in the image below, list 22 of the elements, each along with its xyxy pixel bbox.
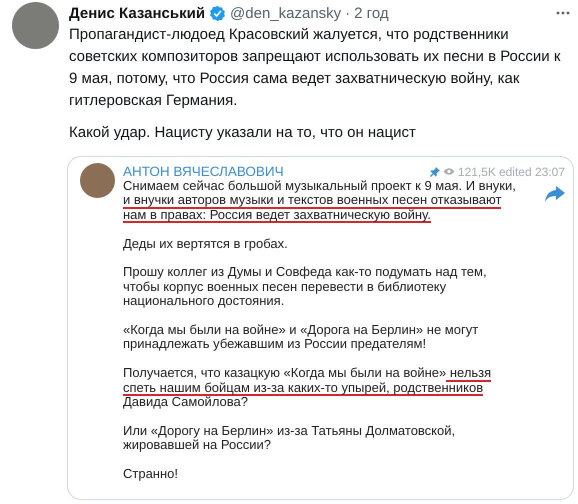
- author-handle[interactable]: @den_kazansky: [230, 4, 342, 22]
- post-text: «Когда мы были на войне» и «Дорога на Берлин» не могут принадлежать убежавшим из России предателям!: [123, 324, 480, 353]
- edited-time: edited 23:07: [498, 164, 565, 178]
- separator: ·: [345, 4, 350, 22]
- post-text: Странно!: [123, 468, 180, 482]
- eye-icon: [442, 167, 455, 176]
- quoted-post-card[interactable]: [67, 156, 574, 500]
- post-text: Прошу коллег из Думы и Совфеда как-то подумать над тем, чтобы корпус военных песен перевести в библиотеку национального достояния.: [123, 266, 488, 310]
- post-text: Получается, что казацкую «Когда мы были на войне» нельзя спеть нашим бойцам из-за каких-то упырей, родственников Давида Самойлова?: [123, 367, 492, 410]
- share-icon[interactable]: [545, 186, 565, 202]
- avatar[interactable]: [12, 2, 59, 49]
- view-count: 121,5K: [458, 164, 496, 178]
- channel-avatar: [80, 163, 115, 198]
- more-icon[interactable]: [556, 11, 570, 15]
- post-time[interactable]: 2 год: [354, 4, 389, 22]
- post-text: Деды их вертятся в гробах.: [123, 238, 289, 252]
- post-text: Или «Дорогу на Берлин» из-за Татьяны Долматовской, жировавшей на России?: [123, 424, 456, 454]
- tweet-text: Пропагандист-людоед Красовский жалуется, что родственники советских композиторов запрещают использовать их песни в России к 9 мая, потому, что Россия сама ведет захватническую войну, как гитлеровская Германия.: [69, 25, 562, 111]
- post-text: Снимаем сейчас большой музыкальный проект к 9 мая. И внуки, и внучки авторов музыки и текстов военных песен отказывают нам в правах: Россия ведет захватническую войну.: [123, 180, 517, 224]
- channel-name: АНТОН ВЯЧЕСЛАВОВИЧ: [123, 164, 284, 179]
- author-name[interactable]: Денис Казанський: [69, 4, 206, 22]
- tweet-text: Какой удар. Нацисту указали на то, что он нацист: [69, 123, 417, 143]
